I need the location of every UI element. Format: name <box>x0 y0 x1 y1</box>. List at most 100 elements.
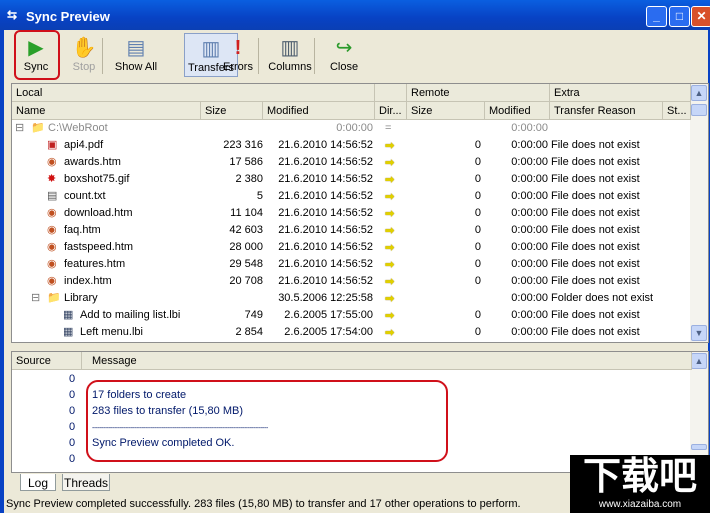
cell-rmod: 0:00:00 <box>511 122 548 134</box>
table-row[interactable]: ▣ api4.pdf 223 316 21.6.2010 14:56:52 0 0:00:… <box>12 137 690 154</box>
cell-size: 749 <box>244 309 263 321</box>
column-header[interactable]: Modified <box>485 102 550 120</box>
cell-rsize: 0 <box>474 275 481 287</box>
toolbar-label: Columns <box>268 61 312 73</box>
arrow-right-icon: ➡ <box>385 259 395 271</box>
htm-icon: ◉ <box>47 258 57 270</box>
cell-rmod: 0:00:00 <box>511 190 548 202</box>
cell-size: 42 603 <box>229 224 263 236</box>
table-row[interactable]: ◉ download.htm 11 104 21.6.2010 14:56:52 0 0:… <box>12 205 690 222</box>
arrow-right-icon: ➡ <box>385 191 395 203</box>
maximize-button[interactable]: □ <box>669 6 690 27</box>
vertical-scrollbar[interactable]: ▲ ▼ <box>690 84 708 342</box>
status-bar: Sync Preview completed successfully. 283… <box>6 498 521 510</box>
column-header[interactable]: St... <box>663 102 691 120</box>
file-name: faq.htm <box>64 224 101 236</box>
htm-icon: ◉ <box>47 156 57 168</box>
table-row[interactable]: ◉ fastspeed.htm 28 000 21.6.2010 14:56:52 0 0… <box>12 239 690 256</box>
cell-rmod: 0:00:00 <box>511 326 548 338</box>
collapse-toggle[interactable]: ⊟ <box>15 121 24 134</box>
table-row[interactable]: ◉ index.htm 20 708 21.6.2010 14:56:52 0 0:00:… <box>12 273 690 290</box>
file-name: boxshot75.gif <box>64 173 130 185</box>
cell-rsize: 0 <box>474 207 481 219</box>
file-name: features.htm <box>64 258 126 270</box>
arrow-right-icon: ➡ <box>385 157 395 169</box>
cell-rsize: 0 <box>474 156 481 168</box>
log-source: 0 <box>69 389 76 401</box>
green-arrow-icon: ↪ <box>335 37 353 59</box>
toolbar-label: Show All <box>114 61 158 73</box>
cell-reason: File does not exist <box>551 309 640 321</box>
cell-modified: 2.6.2005 17:54:00 <box>284 326 373 338</box>
scroll-thumb[interactable] <box>691 104 707 116</box>
cell-reason: File does not exist <box>551 139 640 151</box>
cell-reason: Folder does not exist <box>551 292 654 304</box>
column-header[interactable]: Dir... <box>375 102 407 120</box>
toolbar-separator <box>102 38 103 74</box>
cell-reason: File does not exist <box>551 258 640 270</box>
cell-size: 20 708 <box>229 275 263 287</box>
cell-size: 2 380 <box>235 173 263 185</box>
exclamation-icon: ! <box>234 37 242 59</box>
title-bar: ⇆ Sync Preview _ □ ✕ <box>0 0 710 30</box>
close-window-button[interactable]: ✕ <box>691 6 710 27</box>
log-source: 0 <box>69 453 76 465</box>
tab-threads[interactable]: Threads <box>62 474 110 491</box>
cell-rsize: 0 <box>474 139 481 151</box>
pdf-icon: ▣ <box>47 139 58 151</box>
table-row[interactable]: ◉ faq.htm 42 603 21.6.2010 14:56:52 0 0:00:00… <box>12 222 690 239</box>
columns-button[interactable]: ▥ Columns <box>264 33 316 77</box>
table-row[interactable]: ⊟ 📁 C:\WebRoot 0:00:00 0:00:00 = <box>12 120 690 137</box>
file-name: index.htm <box>64 275 112 287</box>
htm-icon: ◉ <box>47 207 57 219</box>
group-header-extra: Extra <box>550 84 691 102</box>
cell-modified: 21.6.2010 14:56:52 <box>278 207 373 219</box>
table-row[interactable]: ⊟ 📁 Library 30.5.2006 12:25:58 0:00:00 ➡ Folde… <box>12 290 690 307</box>
column-header[interactable]: Transfer Reason <box>550 102 663 120</box>
table-row[interactable]: ✸ boxshot75.gif 2 380 21.6.2010 14:56:52 0 0:… <box>12 171 690 188</box>
column-header[interactable]: Modified <box>263 102 375 120</box>
log-column-header[interactable]: Source <box>12 352 82 370</box>
log-scroll-up-button[interactable]: ▲ <box>691 353 707 369</box>
column-header[interactable]: Size <box>407 102 485 120</box>
log-source: 0 <box>69 405 76 417</box>
cell-modified: 21.6.2010 14:56:52 <box>278 275 373 287</box>
log-scroll-thumb[interactable] <box>691 444 707 450</box>
table-row[interactable]: ▤ count.txt 5 21.6.2010 14:56:52 0 0:00:00 ➡ Fi… <box>12 188 690 205</box>
collapse-toggle[interactable]: ⊟ <box>31 291 40 304</box>
cell-rmod: 0:00:00 <box>511 173 548 185</box>
table-row[interactable]: ◉ awards.htm 17 586 21.6.2010 14:56:52 0 0:00… <box>12 154 690 171</box>
toolbar-label: Close <box>329 61 359 73</box>
arrow-right-icon: ➡ <box>385 225 395 237</box>
column-header[interactable]: Size <box>201 102 263 120</box>
table-row[interactable]: ▦ Left menu.lbi 2 854 2.6.2005 17:54:00 0 0:0… <box>12 324 690 341</box>
column-header[interactable]: Name <box>12 102 201 120</box>
errors-button[interactable]: ! Errors <box>218 33 258 77</box>
arrow-right-icon: ➡ <box>385 208 395 220</box>
cell-rsize: 0 <box>474 258 481 270</box>
arrow-right-icon: ➡ <box>385 327 395 339</box>
log-message: Sync Preview completed OK. <box>92 437 235 449</box>
close-button[interactable]: ↪ Close <box>322 33 366 77</box>
stop-button[interactable]: ✋ Stop <box>62 33 106 77</box>
file-name: api4.pdf <box>64 139 104 151</box>
toolbar-label: Stop <box>72 61 96 73</box>
table-row[interactable]: ▦ Add to mailing list.lbi 749 2.6.2005 17:5… <box>12 307 690 324</box>
log-source: 0 <box>69 437 76 449</box>
arrow-right-icon: ➡ <box>385 174 395 186</box>
cell-rmod: 0:00:00 <box>511 309 548 321</box>
show-all-button[interactable]: ▤ Show All <box>110 33 162 77</box>
scroll-down-button[interactable]: ▼ <box>691 325 707 341</box>
minimize-button[interactable]: _ <box>646 6 667 27</box>
scroll-up-button[interactable]: ▲ <box>691 85 707 101</box>
table-row[interactable]: ◉ features.htm 29 548 21.6.2010 14:56:52 0 0:… <box>12 256 690 273</box>
log-scrollbar[interactable]: ▲ <box>690 352 708 472</box>
cell-modified: 21.6.2010 14:56:52 <box>278 156 373 168</box>
file-name: fastspeed.htm <box>64 241 134 253</box>
file-name: download.htm <box>64 207 133 219</box>
cell-modified: 21.6.2010 14:56:52 <box>278 190 373 202</box>
cell-rmod: 0:00:00 <box>511 258 548 270</box>
log-column-header[interactable]: Message <box>88 352 692 370</box>
tab-log[interactable]: Log <box>20 474 56 491</box>
cell-size: 29 548 <box>229 258 263 270</box>
